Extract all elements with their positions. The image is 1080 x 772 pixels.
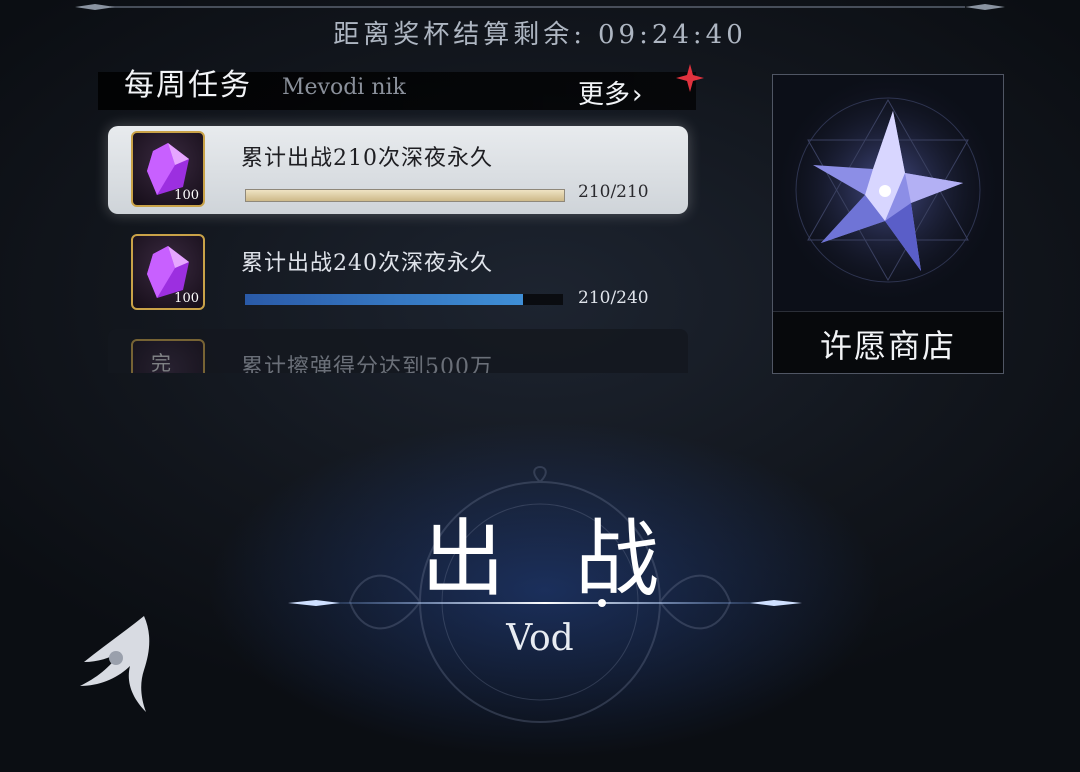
red-star-icon — [676, 64, 704, 92]
chevron-right-icon: › — [632, 80, 643, 110]
reward-icon-box: 100 — [131, 234, 205, 310]
trophy-countdown: 距离奖杯结算剩余: 09:24:40 — [0, 14, 1080, 51]
countdown-time: 09:24:40 — [597, 20, 747, 50]
wish-shop-button[interactable]: 许愿商店 — [772, 74, 1004, 374]
completed-badge: 完 — [151, 351, 171, 373]
progress-fill — [246, 190, 564, 201]
countdown-label: 距离奖杯结算剩余: — [333, 20, 586, 50]
battle-divider — [288, 599, 802, 607]
progress-fill — [245, 294, 524, 305]
wish-shop-label: 许愿商店 — [819, 327, 956, 365]
reward-quantity: 100 — [174, 291, 199, 306]
progress-bar — [245, 189, 565, 202]
crystal-star-icon — [773, 75, 1003, 311]
weekly-tasks-title: 每周任务 — [124, 68, 252, 103]
progress-bar — [245, 294, 563, 305]
task-item[interactable]: 完 累计擦弹得分达到500万 — [108, 329, 688, 373]
battle-subtitle: Vod — [506, 618, 574, 659]
progress-text: 210/240 — [578, 288, 649, 308]
task-title: 累计出战240次深夜永久 — [241, 251, 493, 276]
weekly-tasks-subtitle: Mevodi nik — [282, 75, 406, 100]
feather-emblem-icon[interactable] — [74, 612, 158, 716]
top-divider — [75, 4, 1005, 10]
more-label: 更多 — [578, 80, 631, 110]
task-item[interactable]: 100 累计出战210次深夜永久 210/210 — [108, 126, 688, 214]
task-title: 累计擦弹得分达到500万 — [241, 355, 493, 373]
progress-text: 210/210 — [578, 182, 649, 202]
more-button[interactable]: 更多› — [578, 74, 642, 111]
reward-icon-box: 完 — [131, 339, 205, 373]
reward-icon-box: 100 — [131, 131, 205, 207]
task-item[interactable]: 100 累计出战240次深夜永久 210/240 — [108, 229, 688, 317]
reward-quantity: 100 — [174, 188, 199, 203]
task-title: 累计出战210次深夜永久 — [241, 146, 493, 171]
